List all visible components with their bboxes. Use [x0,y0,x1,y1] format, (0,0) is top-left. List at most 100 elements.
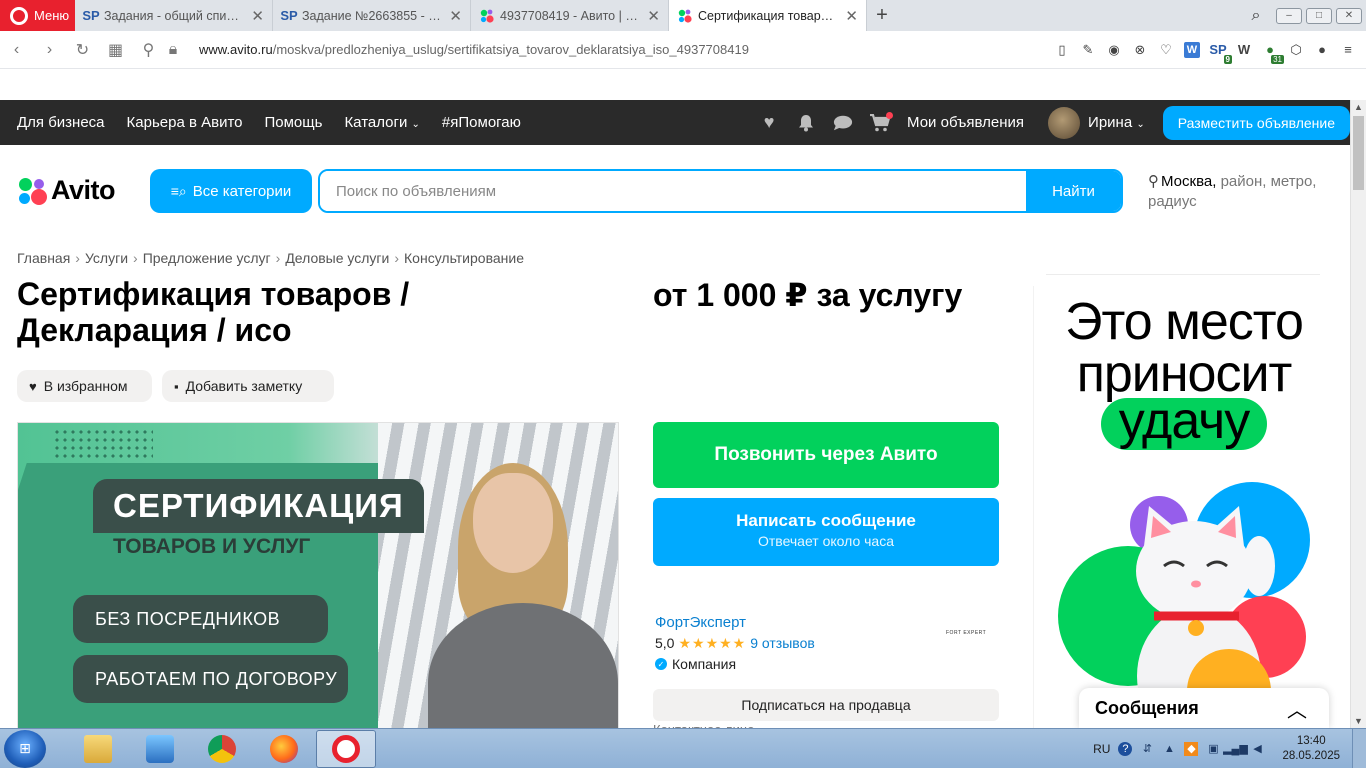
seller-type: ✓ Компания [655,656,815,672]
system-tray: RU ? ⇵ ▲ ◆ ▣ ▂▄▆ ◀ 13:40 28.05.2025 [1093,734,1366,764]
minimize-button[interactable]: – [1276,7,1302,24]
breadcrumb-service-offers[interactable]: Предложение услуг [143,250,271,266]
volume-icon[interactable]: ◀ [1250,742,1264,756]
show-hidden-icons[interactable]: ▲ [1162,742,1176,756]
tray-app-icon[interactable]: ◆ [1184,741,1199,756]
search-input[interactable] [320,171,1026,211]
lock-icon[interactable]: 🔒︎ [165,41,181,59]
url-host: www.avito.ru [199,42,273,57]
browser-menu-button[interactable]: Меню [0,0,75,31]
block-icon[interactable]: ⊗ [1132,42,1148,58]
maximize-button[interactable]: □ [1306,7,1332,24]
extension-sp-icon[interactable]: SP 9 [1209,42,1232,64]
forward-icon[interactable]: › [33,41,66,59]
tab-close-icon[interactable]: ✕ [845,7,858,25]
new-tab-button[interactable]: + [867,4,897,27]
url-field[interactable]: www.avito.ru/moskva/predlozheniya_uslug/… [199,42,1054,57]
messages-chat-icon[interactable] [833,113,853,133]
listing-main-image[interactable]: СЕРТИФИКАЦИЯ ТОВАРОВ И УСЛУГ БЕЗ ПОСРЕДН… [17,422,619,732]
scroll-up-icon[interactable]: ▲ [1354,102,1363,112]
taskbar-explorer[interactable] [68,730,128,768]
browser-tabbar: Меню SP Задания - общий список з ✕ SP За… [0,0,1366,31]
reload-icon[interactable]: ↻ [66,40,99,60]
browser-tab-4-active[interactable]: Сертификация товаров / Д ✕ [669,0,867,31]
chevron-up-icon[interactable]: ︿ [1287,694,1307,723]
browser-tab-3[interactable]: 4937708419 - Авито | Объ ✕ [471,0,669,31]
profile-icon[interactable]: ● [1314,42,1330,58]
extension-calendar-icon[interactable]: ● 31 [1262,42,1284,64]
call-via-avito-button[interactable]: Позвонить через Авито [653,422,999,488]
signal-icon[interactable]: ▂▄▆ [1223,742,1248,756]
breadcrumb-home[interactable]: Главная [17,250,70,266]
write-message-label: Написать сообщение [736,511,916,530]
extension-w-icon[interactable]: W [1184,41,1200,58]
chrome-icon [208,734,236,763]
location-pin-icon[interactable]: ⚲ [132,40,165,60]
media-player-icon [146,734,174,763]
seller-reviews-link[interactable]: 9 отзывов [750,635,815,651]
avito-logo[interactable]: Avito [17,175,116,206]
cart-icon[interactable] [870,111,894,133]
scroll-down-icon[interactable]: ▼ [1354,716,1363,726]
opera-logo-icon [10,6,28,25]
tab-close-icon[interactable]: ✕ [251,7,264,25]
help-icon[interactable]: ? [1118,741,1133,756]
back-icon[interactable]: ‹ [0,41,33,59]
tab-search-icon[interactable]: ⌕ [1236,7,1276,25]
close-window-button[interactable]: ✕ [1336,7,1362,24]
cube-icon[interactable]: ⬡ [1288,42,1304,58]
page-scrollbar[interactable]: ▲ ▼ [1350,100,1366,728]
breadcrumb-business-services[interactable]: Деловые услуги [285,250,389,266]
user-menu[interactable]: Ирина ⌄ [1088,114,1145,131]
show-desktop-button[interactable] [1352,729,1366,768]
opera-icon [332,734,360,763]
tab-close-icon[interactable]: ✕ [449,7,462,25]
nav-link-career[interactable]: Карьера в Авито [127,114,243,131]
speed-dial-icon[interactable]: ▦ [99,40,132,60]
notifications-bell-icon[interactable] [796,113,816,133]
taskbar-media-player[interactable] [130,730,190,768]
tab-close-icon[interactable]: ✕ [647,7,660,25]
favorite-button[interactable]: ♥ В избранном [17,370,152,402]
add-note-button[interactable]: ▪ Добавить заметку [162,370,334,402]
messages-popup[interactable]: Сообщения ︿ [1079,688,1329,728]
ad-banner[interactable]: Это место приносит удачу [1033,286,1333,728]
camera-icon[interactable]: ◉ [1106,42,1122,58]
tray-network-icon[interactable]: ⇵ [1140,742,1154,756]
taskbar-chrome[interactable] [192,730,252,768]
post-ad-button[interactable]: Разместить объявление [1162,105,1350,140]
tray-device-icon[interactable]: ▣ [1206,742,1220,756]
seller-type-label: Компания [672,656,737,672]
language-indicator[interactable]: RU [1093,742,1110,756]
user-avatar[interactable] [1048,106,1081,139]
easy-setup-icon[interactable]: ≡ [1340,42,1356,58]
nav-link-help[interactable]: Помощь [265,114,323,131]
reader-mode-icon[interactable]: ▯ [1054,42,1070,58]
extension-wiki-icon[interactable]: W [1236,42,1252,58]
taskbar-clock[interactable]: 13:40 28.05.2025 [1282,734,1340,764]
seller-name-link[interactable]: ФортЭксперт [655,614,815,631]
taskbar-opera[interactable] [316,729,376,768]
browser-tab-2[interactable]: SP Задание №2663855 - прос ✕ [273,0,471,31]
breadcrumb-consulting[interactable]: Консультирование [404,250,524,266]
scrollbar-thumb[interactable] [1353,116,1364,190]
taskbar-firefox[interactable] [254,730,314,768]
breadcrumb-services[interactable]: Услуги [85,250,128,266]
favorites-heart-icon[interactable]: ♥ [759,112,779,133]
rating-stars-icon: ★★★★★ [678,635,747,651]
heart-icon[interactable]: ♡ [1158,42,1174,58]
nav-link-business[interactable]: Для бизнеса [17,114,105,131]
nav-link-ya-pomogayu[interactable]: #яПомогаю [442,114,521,131]
heart-icon: ♥ [29,378,37,394]
write-message-button[interactable]: Написать сообщение Отвечает около часа [653,498,999,566]
windows-start-button[interactable]: ⊞ [4,729,46,768]
subscribe-seller-button[interactable]: Подписаться на продавца [653,689,999,721]
my-ads-link[interactable]: Мои объявления [907,114,1024,131]
all-categories-button[interactable]: ≡⌕ Все категории [150,169,312,213]
edit-icon[interactable]: ✎ [1080,42,1096,58]
nav-link-catalogs[interactable]: Каталоги ⌄ [344,114,419,131]
find-button[interactable]: Найти [1026,171,1121,211]
browser-tab-1[interactable]: SP Задания - общий список з ✕ [75,0,273,31]
seller-logo[interactable]: FORT EXPERT [946,630,986,636]
location-selector[interactable]: ⚲ Москва, район, метро, радиус [1148,172,1343,212]
